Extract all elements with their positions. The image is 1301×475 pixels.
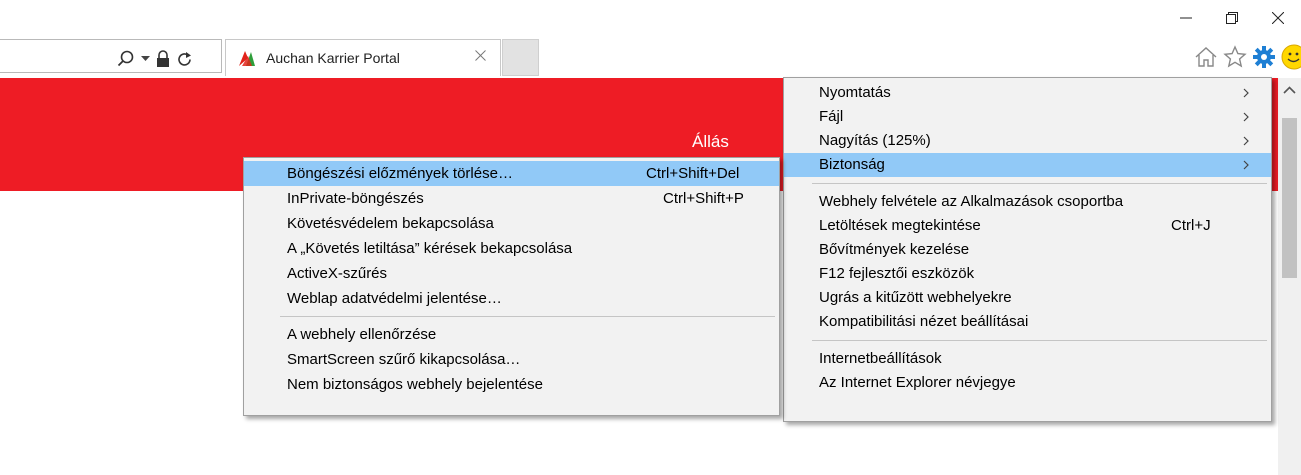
menu-item-label: InPrivate-böngészés xyxy=(287,190,424,207)
close-window-button[interactable] xyxy=(1255,0,1301,36)
menu-item-label: Fájl xyxy=(819,108,844,125)
menu-item-privacy-report[interactable]: Weblap adatvédelmi jelentése… xyxy=(244,286,779,311)
menu-item-tracking-protection[interactable]: Követésvédelem bekapcsolása xyxy=(244,211,779,236)
menu-item-add-to-apps[interactable]: Webhely felvétele az Alkalmazások csopor… xyxy=(784,190,1271,214)
menu-item-shortcut: Ctrl+Shift+P xyxy=(663,190,744,207)
menu-item-print[interactable]: Nyomtatás xyxy=(784,81,1271,105)
menu-item-zoom[interactable]: Nagyítás (125%) xyxy=(784,129,1271,153)
chevron-right-icon xyxy=(1243,136,1249,146)
restore-icon xyxy=(1226,12,1238,24)
menu-item-label: Nagyítás (125%) xyxy=(819,132,931,149)
menu-item-manage-addons[interactable]: Bővítmények kezelése xyxy=(784,238,1271,262)
lock-icon[interactable] xyxy=(156,50,170,68)
menu-item-label: Bővítmények kezelése xyxy=(819,241,970,258)
chevron-right-icon xyxy=(1243,88,1249,98)
menu-item-label: Böngészési előzmények törlése… xyxy=(287,165,513,182)
menu-item-internet-options[interactable]: Internetbeállítások xyxy=(784,347,1271,371)
minimize-icon xyxy=(1180,17,1192,19)
menu-item-label: Az Internet Explorer névjegye xyxy=(819,374,1016,391)
close-icon xyxy=(1272,12,1284,24)
vertical-scrollbar[interactable] xyxy=(1278,78,1301,475)
menu-item-delete-history[interactable]: Böngészési előzmények törlése… Ctrl+Shif… xyxy=(244,161,779,186)
menu-item-report-unsafe-site[interactable]: Nem biztonságos webhely bejelentése xyxy=(244,372,779,397)
address-bar[interactable] xyxy=(0,39,222,73)
menu-separator xyxy=(280,316,775,317)
home-icon[interactable] xyxy=(1194,45,1218,69)
tab-close-icon[interactable] xyxy=(475,50,486,61)
favorites-star-icon[interactable] xyxy=(1223,45,1247,69)
menu-item-label: Letöltések megtekintése xyxy=(819,217,981,234)
menu-item-label: Kompatibilitási nézet beállításai xyxy=(819,313,1029,330)
security-submenu: Böngészési előzmények törlése… Ctrl+Shif… xyxy=(243,157,780,416)
menu-item-label: A webhely ellenőrzése xyxy=(287,326,437,343)
menu-item-label: Internetbeállítások xyxy=(819,350,942,367)
scroll-up-icon[interactable] xyxy=(1283,86,1296,94)
menu-item-security[interactable]: Biztonság xyxy=(784,153,1271,177)
gear-icon[interactable] xyxy=(1252,45,1276,69)
restore-button[interactable] xyxy=(1209,0,1255,36)
menu-item-label: Ugrás a kitűzött webhelyekre xyxy=(819,289,1012,306)
menu-item-pinned-sites[interactable]: Ugrás a kitűzött webhelyekre xyxy=(784,286,1271,310)
browser-toolbar: Auchan Karrier Portal xyxy=(0,36,1301,78)
dropdown-arrow-icon[interactable] xyxy=(141,56,150,62)
menu-item-label: Weblap adatvédelmi jelentése… xyxy=(287,290,502,307)
tab-title: Auchan Karrier Portal xyxy=(266,50,400,66)
menu-item-compatibility-view[interactable]: Kompatibilitási nézet beállításai xyxy=(784,310,1271,334)
menu-item-file[interactable]: Fájl xyxy=(784,105,1271,129)
menu-item-label: Nyomtatás xyxy=(819,84,891,101)
minimize-button[interactable] xyxy=(1163,0,1209,36)
menu-item-shortcut: Ctrl+J xyxy=(1171,217,1211,234)
menu-item-label: Nem biztonságos webhely bejelentése xyxy=(287,376,543,393)
menu-item-check-website[interactable]: A webhely ellenőrzése xyxy=(244,322,779,347)
menu-separator xyxy=(812,183,1267,184)
window-controls xyxy=(1163,0,1301,36)
command-icons xyxy=(1194,40,1301,74)
menu-item-label: Webhely felvétele az Alkalmazások csopor… xyxy=(819,193,1124,210)
tools-menu: Nyomtatás Fájl Nagyítás (125%) Biztonság… xyxy=(783,77,1272,422)
menu-item-label: F12 fejlesztői eszközök xyxy=(819,265,975,282)
menu-item-f12-devtools[interactable]: F12 fejlesztői eszközök xyxy=(784,262,1271,286)
menu-item-activex-filtering[interactable]: ActiveX-szűrés xyxy=(244,261,779,286)
new-tab-button[interactable] xyxy=(502,39,539,76)
menu-separator xyxy=(812,340,1267,341)
menu-item-smartscreen-off[interactable]: SmartScreen szűrő kikapcsolása… xyxy=(244,347,779,372)
auchan-favicon xyxy=(239,51,255,66)
menu-item-about-ie[interactable]: Az Internet Explorer névjegye xyxy=(784,371,1271,395)
search-icon[interactable] xyxy=(117,50,135,68)
scrollbar-thumb[interactable] xyxy=(1282,118,1297,278)
refresh-icon[interactable] xyxy=(176,51,193,68)
chevron-right-icon xyxy=(1243,160,1249,170)
menu-item-shortcut: Ctrl+Shift+Del xyxy=(646,165,740,182)
smiley-feedback-icon[interactable] xyxy=(1281,44,1301,70)
menu-item-view-downloads[interactable]: Letöltések megtekintése Ctrl+J xyxy=(784,214,1271,238)
menu-item-inprivate[interactable]: InPrivate-böngészés Ctrl+Shift+P xyxy=(244,186,779,211)
menu-item-label: ActiveX-szűrés xyxy=(287,265,388,282)
menu-item-label: Biztonság xyxy=(819,156,885,173)
nav-link-allas[interactable]: Állás xyxy=(692,132,729,152)
menu-item-label: A „Követés letiltása” kérések bekapcsolá… xyxy=(287,240,573,257)
menu-item-label: Követésvédelem bekapcsolása xyxy=(287,215,494,232)
chevron-right-icon xyxy=(1243,112,1249,122)
menu-item-do-not-track[interactable]: A „Követés letiltása” kérések bekapcsolá… xyxy=(244,236,779,261)
browser-tab[interactable]: Auchan Karrier Portal xyxy=(225,39,501,76)
menu-item-label: SmartScreen szűrő kikapcsolása… xyxy=(287,351,521,368)
address-bar-buttons xyxy=(117,50,193,68)
